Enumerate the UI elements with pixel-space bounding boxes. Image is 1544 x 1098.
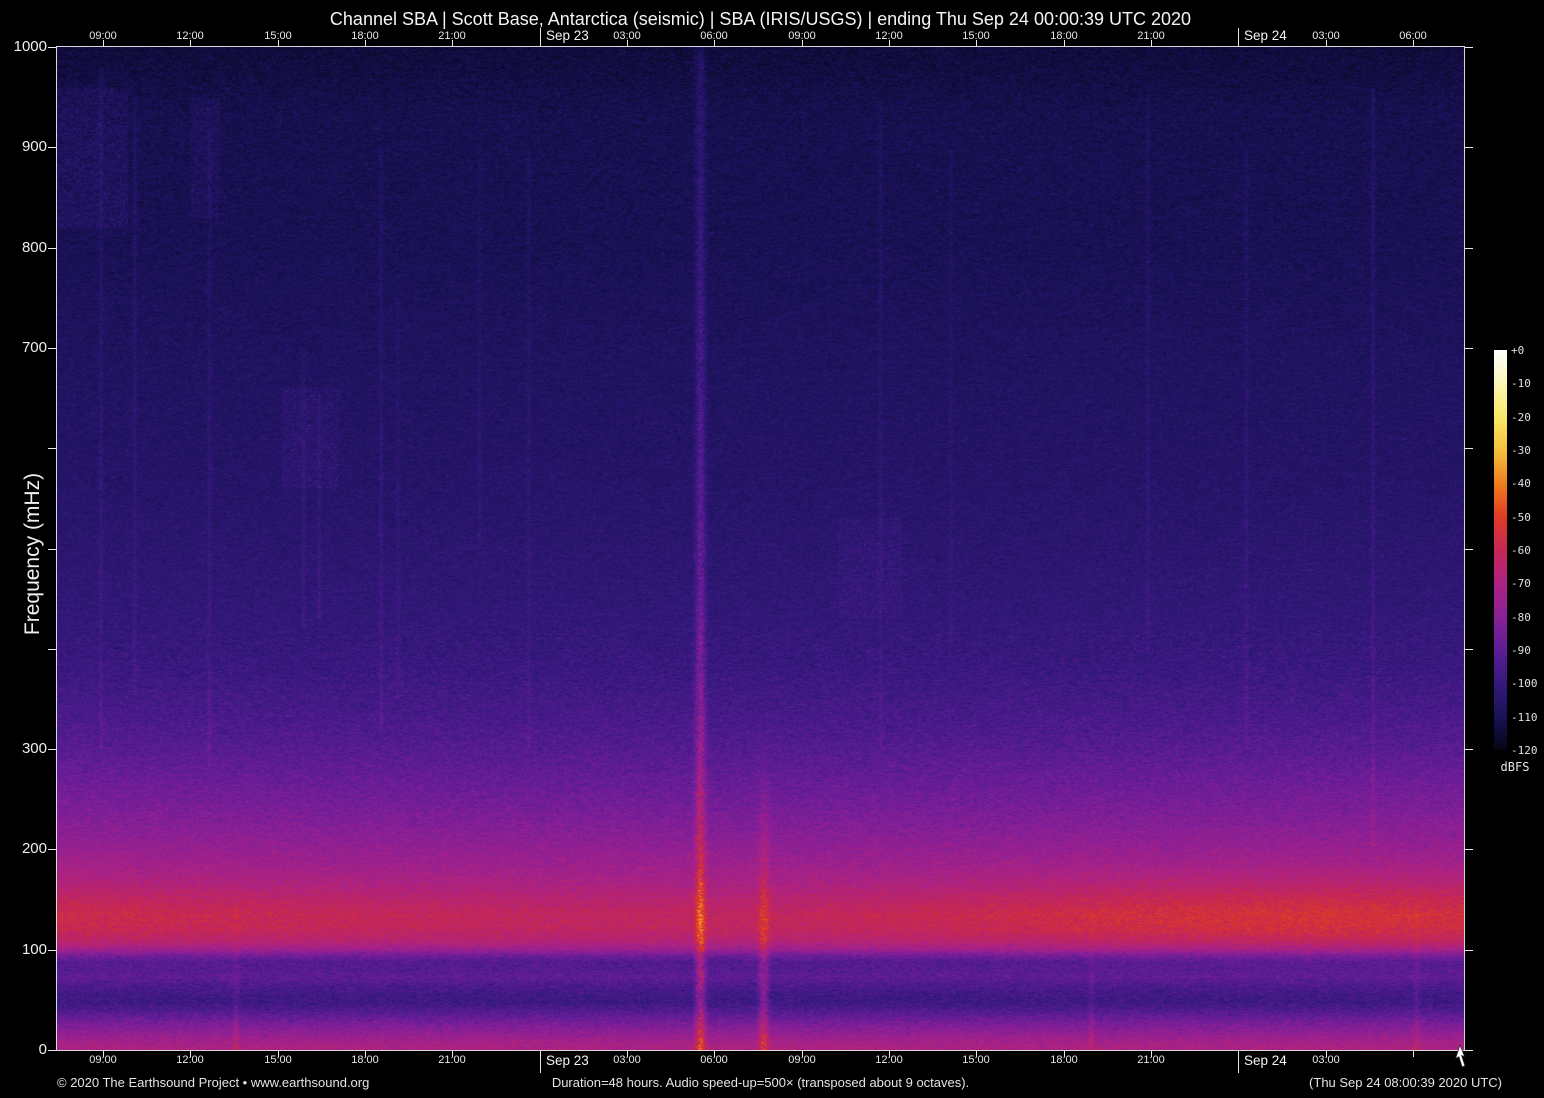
y-tick-mark (1465, 248, 1473, 249)
x-tick-label: 15:00 (962, 30, 990, 42)
y-tick-label: 700 (21, 339, 47, 356)
y-tick-label: 900 (21, 138, 47, 155)
x-tick-mark (1238, 28, 1239, 46)
y-tick-mark (1465, 649, 1473, 650)
x-tick-label: 12:00 (875, 1054, 903, 1066)
x-tick-label: 06:00 (1399, 30, 1427, 42)
y-tick-label: 1000 (13, 38, 47, 55)
colorbar-tick-label: -70 (1511, 577, 1531, 591)
x-tick-label: 06:00 (700, 1054, 728, 1066)
colorbar (1494, 350, 1507, 750)
y-tick-mark (48, 749, 56, 750)
colorbar-tick-label: -50 (1511, 510, 1531, 524)
colorbar-tick-label: -120 (1511, 744, 1538, 757)
x-tick-mark (540, 28, 541, 46)
y-tick-mark (48, 248, 56, 249)
colorbar-tick-label: -80 (1511, 610, 1531, 624)
x-tick-label: 03:00 (613, 1054, 641, 1066)
y-tick-mark (1465, 47, 1473, 48)
x-tick-mark (1413, 1051, 1414, 1057)
y-tick-mark (48, 1050, 56, 1051)
y-tick-label: 300 (21, 740, 47, 757)
colorbar-tick-label: -90 (1511, 644, 1531, 657)
colorbar-tick-label: -40 (1511, 477, 1531, 491)
y-tick-mark (48, 849, 56, 850)
y-tick-label: 200 (21, 840, 47, 857)
y-tick-mark (48, 47, 56, 48)
x-tick-label: 18:00 (351, 1054, 379, 1066)
x-tick-label: 03:00 (1312, 1054, 1340, 1066)
x-tick-label: 18:00 (351, 30, 379, 42)
y-tick-mark (48, 348, 56, 349)
y-tick-label: 100 (21, 941, 47, 958)
mouse-cursor-icon (1455, 1044, 1466, 1068)
y-axis-label: Frequency (mHz) (21, 472, 44, 636)
y-tick-mark (1465, 749, 1473, 750)
x-tick-label: 21:00 (438, 1054, 466, 1066)
colorbar-tick-label: -20 (1511, 410, 1531, 424)
spectrogram-page: Channel SBA | Scott Base, Antarctica (se… (0, 0, 1544, 1098)
x-tick-label: 09:00 (788, 1054, 816, 1066)
y-tick-mark (1465, 348, 1473, 349)
x-tick-label: 15:00 (264, 30, 292, 42)
x-tick-mark (540, 1051, 541, 1073)
x-tick-label: 09:00 (89, 1054, 117, 1066)
y-tick-label: 0 (38, 1041, 47, 1058)
x-tick-label: 21:00 (1137, 30, 1165, 42)
colorbar-title: dBFS (1500, 760, 1530, 774)
colorbar-tick-label: -10 (1511, 377, 1531, 391)
x-tick-label: 12:00 (176, 30, 204, 42)
x-tick-label: 12:00 (176, 1054, 204, 1066)
colorbar-tick-label: -110 (1511, 710, 1538, 724)
x-tick-label: 15:00 (264, 1054, 292, 1066)
x-tick-label: 12:00 (875, 30, 903, 42)
y-tick-mark (48, 147, 56, 148)
y-tick-mark (1465, 147, 1473, 148)
colorbar-tick-label: -100 (1511, 677, 1538, 691)
y-tick-mark (48, 549, 56, 550)
colorbar-tick-label: +0 (1511, 344, 1525, 357)
x-tick-label: 15:00 (962, 1054, 990, 1066)
y-tick-mark (1465, 448, 1473, 449)
footer-duration: Duration=48 hours. Audio speed-up=500× (… (551, 1075, 970, 1090)
y-tick-label: 800 (21, 239, 47, 256)
x-tick-label: 09:00 (788, 30, 816, 42)
y-tick-mark (48, 950, 56, 951)
spectrogram-canvas (57, 47, 1464, 1050)
x-tick-label: 03:00 (613, 30, 641, 42)
y-tick-mark (48, 649, 56, 650)
y-tick-mark (1465, 950, 1473, 951)
y-tick-mark (1465, 849, 1473, 850)
y-tick-mark (48, 448, 56, 449)
x-tick-label: 06:00 (700, 30, 728, 42)
x-tick-label: 18:00 (1050, 1054, 1078, 1066)
x-tick-label: 21:00 (438, 30, 466, 42)
x-tick-label: 18:00 (1050, 30, 1078, 42)
colorbar-tick-label: -30 (1511, 444, 1531, 457)
x-tick-mark (1238, 1051, 1239, 1073)
page-title: Channel SBA | Scott Base, Antarctica (se… (329, 9, 1192, 29)
footer-end-time: (Thu Sep 24 08:00:39 2020 UTC) (1309, 1075, 1502, 1090)
y-tick-mark (1465, 549, 1473, 550)
x-tick-label: 21:00 (1137, 1054, 1165, 1066)
x-tick-label: 09:00 (89, 30, 117, 42)
x-tick-label: 03:00 (1312, 30, 1340, 42)
colorbar-tick-label: -60 (1511, 544, 1531, 557)
